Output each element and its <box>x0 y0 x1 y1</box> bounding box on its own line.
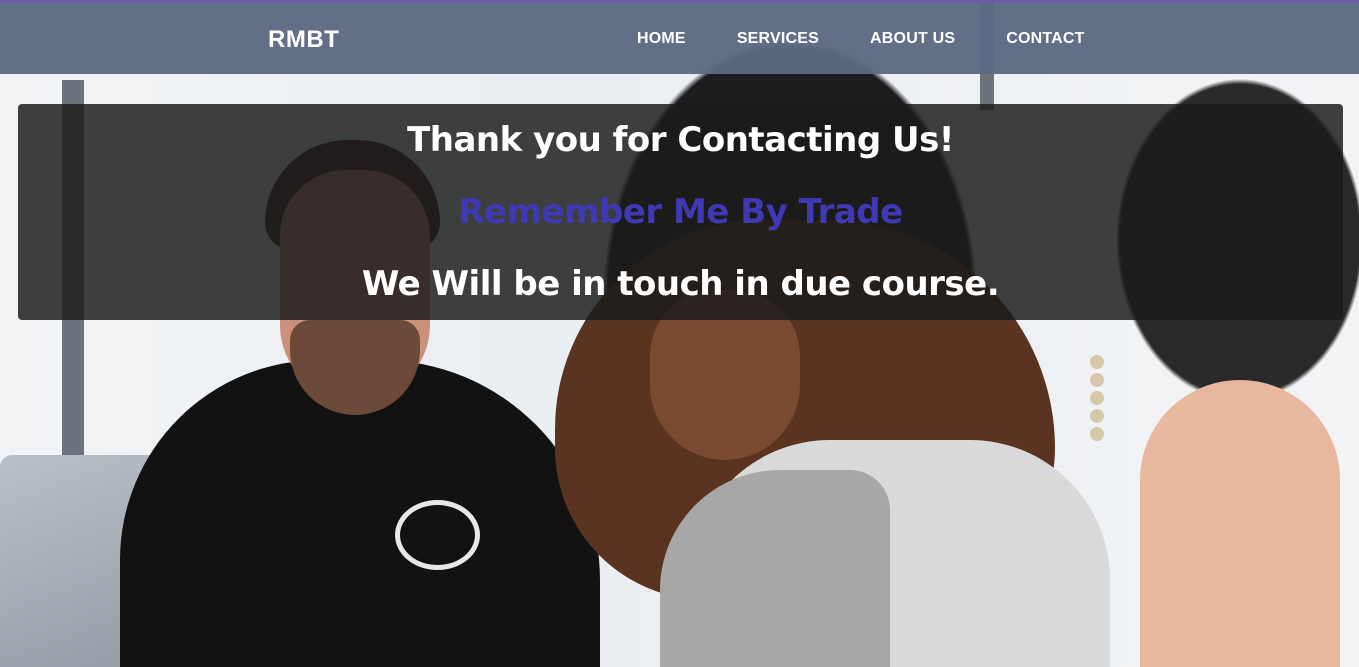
navbar: RMBT HOME SERVICES ABOUT US CONTACT <box>0 0 1359 74</box>
nav-links: HOME SERVICES ABOUT US CONTACT <box>637 30 1085 48</box>
nav-link-about-us[interactable]: ABOUT US <box>870 30 955 48</box>
nav-link-services[interactable]: SERVICES <box>737 30 819 48</box>
hero-background-image <box>0 0 1359 667</box>
jacket-buttons <box>1090 355 1108 445</box>
company-name-heading: Remember Me By Trade <box>458 192 903 232</box>
thank-you-panel: Thank you for Contacting Us! Remember Me… <box>18 104 1343 320</box>
shirt-emblem <box>395 500 480 570</box>
follow-up-message: We Will be in touch in due course. <box>361 264 1000 304</box>
thank-you-heading: Thank you for Contacting Us! <box>407 120 954 160</box>
brand-logo[interactable]: RMBT <box>268 26 339 54</box>
person-arm <box>1140 380 1340 667</box>
nav-link-contact[interactable]: CONTACT <box>1006 30 1084 48</box>
nav-link-home[interactable]: HOME <box>637 30 686 48</box>
